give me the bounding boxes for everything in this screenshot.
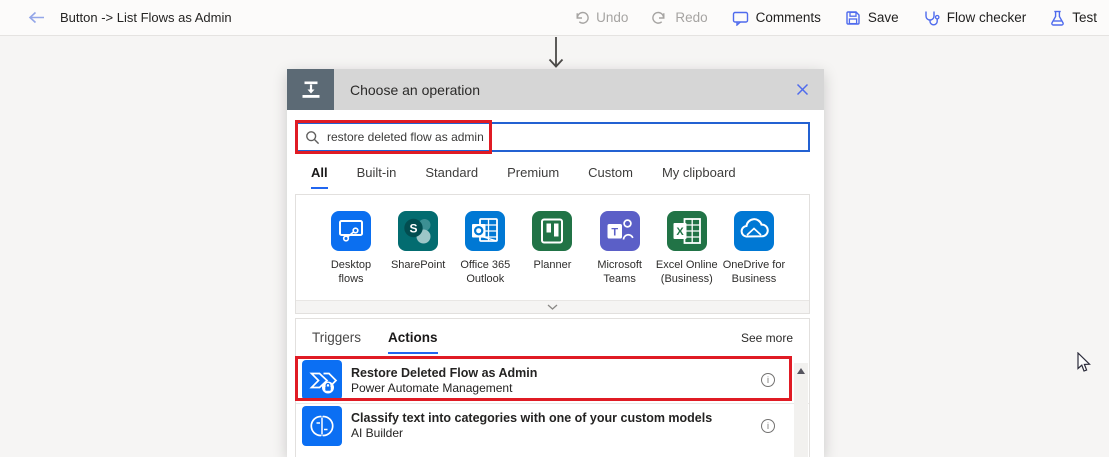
onedrive-icon	[734, 211, 774, 251]
operation-restore-deleted-flow-as-admin[interactable]: Restore Deleted Flow as Admin Power Auto…	[296, 358, 809, 403]
connector-office-365-outlook[interactable]: Office 365 Outlook	[452, 211, 518, 287]
connector-excel-online-business[interactable]: X Excel Online (Business)	[654, 211, 720, 287]
tab-all[interactable]: All	[311, 165, 328, 189]
tab-premium[interactable]: Premium	[507, 165, 559, 189]
undo-button[interactable]: Undo	[573, 10, 628, 26]
search-icon	[305, 130, 320, 145]
power-automate-management-icon	[302, 360, 342, 400]
operation-connector-name: AI Builder	[351, 426, 712, 441]
operation-classify-text[interactable]: Classify text into categories with one o…	[296, 403, 809, 448]
back-button[interactable]	[28, 11, 46, 24]
tab-actions[interactable]: Actions	[388, 330, 438, 354]
svg-text:X: X	[676, 226, 684, 238]
excel-online-icon: X	[667, 211, 707, 251]
comments-icon	[732, 10, 749, 26]
sharepoint-icon: S	[398, 211, 438, 251]
flow-checker-stethoscope-icon	[923, 10, 940, 26]
see-more-link[interactable]: See more	[741, 331, 793, 345]
connector-sharepoint[interactable]: S SharePoint	[385, 211, 451, 287]
ai-builder-icon	[302, 406, 342, 446]
save-icon	[845, 10, 861, 26]
flow-connector-arrow	[546, 37, 566, 70]
desktop-flows-icon	[331, 211, 371, 251]
flow-checker-button[interactable]: Flow checker	[923, 10, 1027, 26]
redo-button[interactable]: Redo	[652, 10, 707, 26]
close-icon	[796, 83, 809, 96]
tab-my-clipboard[interactable]: My clipboard	[662, 165, 736, 189]
tab-triggers[interactable]: Triggers	[312, 330, 361, 352]
svg-text:S: S	[410, 222, 418, 236]
info-icon[interactable]: i	[761, 419, 775, 433]
connector-planner[interactable]: Planner	[519, 211, 585, 287]
flow-name-breadcrumb: Button -> List Flows as Admin	[60, 10, 232, 25]
connector-panel: Desktop flows S SharePoint	[295, 194, 810, 314]
operation-card-icon	[287, 69, 334, 110]
toolbar: Undo Redo Comments Save	[573, 10, 1097, 26]
operation-text: Classify text into categories with one o…	[351, 410, 712, 441]
redo-icon	[652, 10, 668, 26]
choose-operation-dialog: Choose an operation All Built-in Standar…	[287, 69, 824, 457]
test-button[interactable]: Test	[1050, 10, 1097, 26]
close-dialog-button[interactable]	[780, 83, 824, 96]
back-arrow-icon	[28, 11, 46, 24]
connector-grid: Desktop flows S SharePoint	[296, 195, 809, 300]
connector-panel-expander[interactable]	[296, 300, 809, 313]
operation-text: Restore Deleted Flow as Admin Power Auto…	[351, 365, 537, 396]
list-scrollbar[interactable]	[794, 363, 808, 457]
scroll-up-arrow-icon[interactable]	[797, 368, 805, 374]
microsoft-teams-icon: T	[600, 211, 640, 251]
save-button[interactable]: Save	[845, 10, 899, 26]
operations-list-panel: Triggers Actions See more Restore Delete…	[295, 318, 810, 457]
dialog-title: Choose an operation	[334, 82, 780, 98]
test-beaker-icon	[1050, 10, 1065, 26]
connector-onedrive-for-business[interactable]: OneDrive for Business	[721, 211, 787, 287]
office-365-outlook-icon	[465, 211, 505, 251]
connector-microsoft-teams[interactable]: T Microsoft Teams	[587, 211, 653, 287]
operation-title: Classify text into categories with one o…	[351, 410, 712, 426]
dialog-header: Choose an operation	[287, 69, 824, 110]
operation-title: Restore Deleted Flow as Admin	[351, 365, 537, 381]
svg-text:T: T	[611, 227, 618, 239]
operation-search-box	[295, 122, 810, 152]
tab-standard[interactable]: Standard	[425, 165, 478, 189]
info-icon[interactable]: i	[761, 373, 775, 387]
tab-built-in[interactable]: Built-in	[357, 165, 397, 189]
operation-connector-name: Power Automate Management	[351, 381, 537, 396]
planner-icon	[532, 211, 572, 251]
dialog-body: All Built-in Standard Premium Custom My …	[287, 110, 824, 457]
comments-button[interactable]: Comments	[732, 10, 821, 26]
chevron-down-icon	[547, 304, 558, 310]
undo-icon	[573, 10, 589, 26]
connector-desktop-flows[interactable]: Desktop flows	[318, 211, 384, 287]
browse-header: Triggers Actions See more	[296, 319, 809, 354]
search-input[interactable]	[320, 130, 808, 144]
tab-custom[interactable]: Custom	[588, 165, 633, 189]
top-command-bar: Button -> List Flows as Admin Undo Redo …	[0, 0, 1109, 36]
mouse-cursor	[1076, 352, 1092, 374]
category-tabs: All Built-in Standard Premium Custom My …	[295, 165, 810, 189]
